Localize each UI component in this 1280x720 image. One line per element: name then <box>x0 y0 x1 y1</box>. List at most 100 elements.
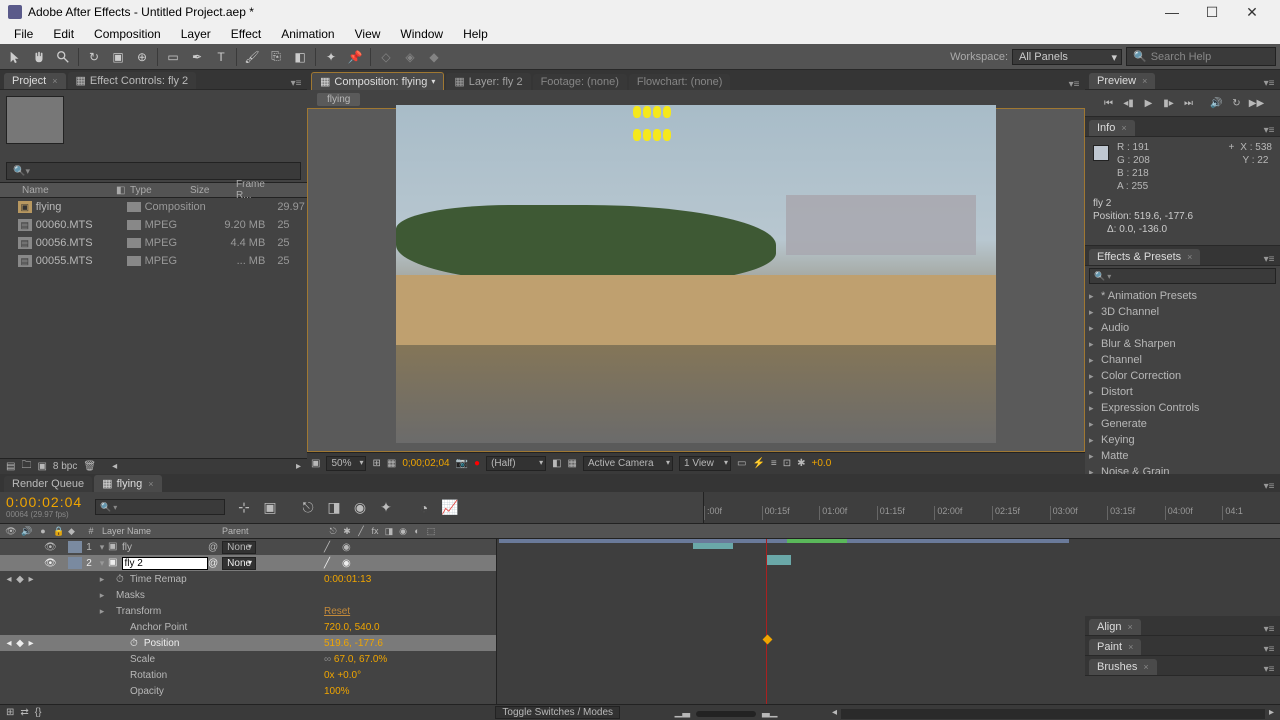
tab-align[interactable]: Align× <box>1089 619 1141 635</box>
bpc-label[interactable]: 8 bpc <box>53 461 77 472</box>
tab-layer[interactable]: ▦ Layer: fly 2 <box>446 73 530 90</box>
tab-project[interactable]: Project× <box>4 73 66 89</box>
menu-animation[interactable]: Animation <box>271 25 344 43</box>
brush-tool[interactable]: 🖌 <box>241 47 263 67</box>
label-swatch[interactable] <box>127 238 141 248</box>
property-value[interactable]: Reset <box>324 606 350 617</box>
time-ruler[interactable]: :00f00:15f01:00f01:15f02:00f02:15f03:00f… <box>703 492 1280 523</box>
close-icon[interactable]: × <box>52 76 57 86</box>
col-audio-icon[interactable]: 🔊 <box>20 526 34 537</box>
twirl-icon[interactable]: ▸ <box>1089 387 1099 398</box>
pen-tool[interactable]: ✒ <box>186 47 208 67</box>
effect-category[interactable]: ▸Matte <box>1085 448 1280 464</box>
col-number[interactable]: # <box>84 526 98 536</box>
twirl-icon[interactable]: ▸ <box>1089 403 1099 414</box>
twirl-icon[interactable]: ▸ <box>96 590 108 601</box>
maximize-button[interactable]: ☐ <box>1192 0 1232 24</box>
exposure-value[interactable]: +0.0 <box>812 458 832 469</box>
clone-tool[interactable]: ⎘ <box>265 47 287 67</box>
panel-menu-icon[interactable]: ▾≡ <box>1262 125 1276 136</box>
timeline-layer-row[interactable]: 👁2▾▣fly 2@None╱◉ <box>0 555 496 571</box>
project-row[interactable]: ▤ 00056.MTS MPEG 4.4 MB 25 <box>0 234 307 252</box>
effect-category[interactable]: ▸Distort <box>1085 384 1280 400</box>
project-search-input[interactable]: 🔍 ▾ <box>6 162 301 180</box>
search-help-input[interactable]: 🔍 Search Help <box>1126 47 1276 66</box>
parent-dropdown[interactable]: None <box>222 557 256 570</box>
panel-menu-icon[interactable]: ▾≡ <box>1262 481 1276 492</box>
next-kf-icon[interactable]: ▸ <box>26 638 36 649</box>
composition-viewer[interactable] <box>307 108 1085 452</box>
twirl-icon[interactable]: ▸ <box>1089 323 1099 334</box>
panel-menu-icon[interactable]: ▾≡ <box>1262 624 1276 635</box>
add-kf-icon[interactable]: ◆ <box>15 638 25 649</box>
video-toggle[interactable]: 👁 <box>44 558 57 569</box>
toggle-icon[interactable]: ⇄ <box>20 707 28 718</box>
rotation-tool[interactable]: ↻ <box>83 47 105 67</box>
workspace-dropdown[interactable]: All Panels <box>1012 49 1122 65</box>
play-button[interactable]: ▶ <box>1140 95 1158 111</box>
prev-kf-icon[interactable]: ◂ <box>4 574 14 585</box>
frame-blend-icon[interactable]: ◨ <box>323 497 345 519</box>
roto-tool[interactable]: ✦ <box>320 47 342 67</box>
scroll-left-icon[interactable]: ◂ <box>832 707 837 719</box>
ram-preview-button[interactable]: ▶▶ <box>1248 95 1266 111</box>
timeline-layer-row[interactable]: 👁1▾▣fly@None╱◉ <box>0 539 496 555</box>
effect-category[interactable]: ▸Keying <box>1085 432 1280 448</box>
panel-menu-icon[interactable]: ▾≡ <box>1262 644 1276 655</box>
eraser-tool[interactable]: ◧ <box>289 47 311 67</box>
last-frame-button[interactable]: ⏭ <box>1180 95 1198 111</box>
col-type[interactable]: Type <box>126 185 186 196</box>
crumb[interactable]: flying <box>317 93 360 106</box>
panel-menu-icon[interactable]: ▾≡ <box>1262 78 1276 89</box>
effects-search-input[interactable]: 🔍▾ <box>1089 268 1276 284</box>
project-row[interactable]: ▤ 00055.MTS MPEG ... MB 25 <box>0 252 307 270</box>
pixel-aspect-icon[interactable]: ▭ <box>737 458 746 469</box>
pickwhip-icon[interactable]: @ <box>208 542 218 553</box>
fast-preview-icon[interactable]: ⚡ <box>752 458 764 469</box>
twirl-icon[interactable]: ▸ <box>1089 419 1099 430</box>
resolution-dropdown[interactable]: (Half) <box>486 456 546 471</box>
col-name[interactable]: Name <box>18 185 112 196</box>
tab-brushes[interactable]: Brushes× <box>1089 659 1157 675</box>
effect-category[interactable]: ▸Color Correction <box>1085 368 1280 384</box>
stopwatch-icon[interactable]: ⏱ <box>130 638 138 649</box>
next-icon[interactable]: ▸ <box>296 461 301 472</box>
trash-icon[interactable]: 🗑 <box>83 461 96 472</box>
effect-category[interactable]: ▸Audio <box>1085 320 1280 336</box>
timeline-property-row[interactable]: Anchor Point720.0, 540.0 <box>0 619 496 635</box>
next-kf-icon[interactable]: ▸ <box>26 574 36 585</box>
tab-paint[interactable]: Paint× <box>1089 639 1141 655</box>
timeline-property-row[interactable]: Opacity100% <box>0 683 496 699</box>
project-row[interactable]: ▤ 00060.MTS MPEG 9.20 MB 25 <box>0 216 307 234</box>
tab-info[interactable]: Info× <box>1089 120 1135 136</box>
transparency-icon[interactable]: ▦ <box>568 458 577 469</box>
selected-layer-overlay[interactable] <box>632 105 672 151</box>
new-comp-icon[interactable]: ▣ <box>37 461 46 472</box>
timeline-search-input[interactable]: 🔍▾ <box>95 499 225 515</box>
stopwatch-icon[interactable]: ⏱ <box>116 574 124 585</box>
timeline-property-row[interactable]: ▸Masks <box>0 587 496 603</box>
twirl-icon[interactable]: ▾ <box>96 542 108 553</box>
toggle-switches-button[interactable]: Toggle Switches / Modes <box>495 706 620 719</box>
zoom-in-icon[interactable]: ▃▁ <box>762 707 777 718</box>
timeline-property-row[interactable]: ◂◆▸▸⏱Time Remap0:00:01:13 <box>0 571 496 587</box>
switch-shy-icon[interactable]: ⎋ <box>326 526 340 537</box>
loop-button[interactable]: ↻ <box>1228 95 1246 111</box>
panel-menu-icon[interactable]: ▾≡ <box>289 78 303 89</box>
close-button[interactable]: ✕ <box>1232 0 1272 24</box>
tab-flowchart[interactable]: Flowchart: (none) <box>629 74 731 90</box>
twirl-icon[interactable]: ▸ <box>1089 291 1099 302</box>
twirl-icon[interactable]: ▸ <box>96 574 108 585</box>
auto-keyframe-icon[interactable]: ◔ <box>413 497 435 519</box>
type-tool[interactable]: T <box>210 47 232 67</box>
effect-category[interactable]: ▸Expression Controls <box>1085 400 1280 416</box>
menu-view[interactable]: View <box>345 25 391 43</box>
switch-fx-icon[interactable]: fx <box>368 526 382 537</box>
switch-quality[interactable]: ╱ <box>324 558 330 569</box>
panel-menu-icon[interactable]: ▾≡ <box>1262 664 1276 675</box>
layer-bar-1[interactable] <box>499 539 1069 543</box>
grid-icon[interactable]: ⊞ <box>372 458 380 469</box>
expand-icon[interactable]: ⊞ <box>6 707 14 718</box>
timeline-property-row[interactable]: ◂◆▸⏱Position519.6, -177.6 <box>0 635 496 651</box>
motion-blur-icon[interactable]: ◉ <box>349 497 371 519</box>
